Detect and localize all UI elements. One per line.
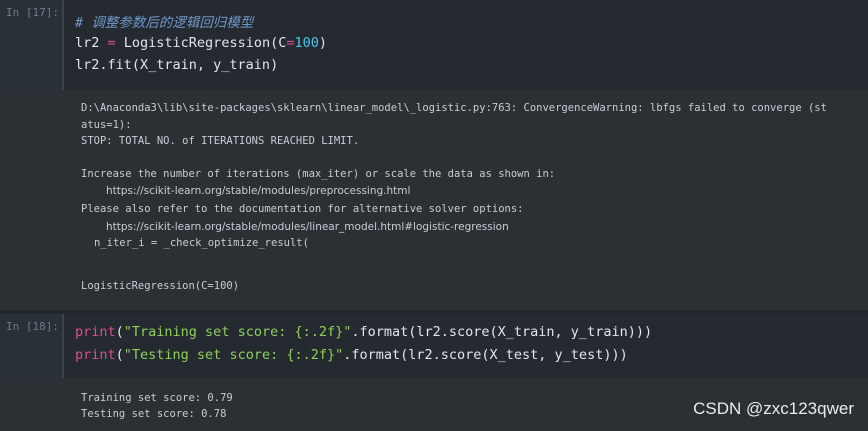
code-line-1: lr2 = LogisticRegression(C=100): [75, 35, 327, 51]
code-editor[interactable]: # 调整参数后的逻辑回归模型 lr2 = LogisticRegression(…: [62, 0, 868, 90]
code-token: "Training set score: {:.2f}": [123, 324, 352, 340]
code-editor[interactable]: print("Training set score: {:.2f}".forma…: [62, 314, 868, 378]
output-link[interactable]: https://scikit-learn.org/stable/modules/…: [106, 221, 509, 233]
watermark: CSDN @zxc123qwer: [693, 399, 854, 418]
code-token: lr2: [75, 35, 100, 51]
code-token: "Testing set score: {:.2f}": [123, 347, 344, 363]
code-token: print: [75, 324, 116, 340]
code-token: (: [115, 347, 124, 363]
output-line: n_iter_i = _check_optimize_result(: [94, 237, 309, 249]
cell-prompt: In [17]:: [6, 6, 59, 19]
output-link[interactable]: https://scikit-learn.org/stable/modules/…: [106, 185, 410, 197]
code-token: 100: [294, 35, 319, 51]
output-line: STOP: TOTAL NO. of ITERATIONS REACHED LI…: [81, 135, 360, 147]
code-line-2: lr2.fit(X_train, y_train): [75, 57, 279, 73]
code-token: print: [75, 347, 116, 363]
code-line-2: print("Testing set score: {:.2f}".format…: [75, 347, 628, 363]
output-line: Please also refer to the documentation f…: [81, 203, 524, 215]
code-token: LogisticRegression(: [123, 35, 279, 51]
code-token: ): [318, 35, 328, 51]
output-area-17: D:\Anaconda3\lib\site-packages\sklearn\l…: [0, 90, 868, 310]
code-token: =: [99, 35, 124, 51]
output-line: Increase the number of iterations (max_i…: [81, 168, 556, 180]
code-token: .format(lr2.score(X_test, y_test))): [343, 347, 628, 363]
code-token: .format(lr2.score(X_train, y_train))): [351, 324, 653, 340]
output-line: D:\Anaconda3\lib\site-packages\sklearn\l…: [81, 102, 827, 114]
output-line: atus=1):: [81, 119, 132, 131]
output-line: Training set score: 0.79: [81, 392, 233, 404]
output-line: Testing set score: 0.78: [81, 408, 227, 420]
output-result: LogisticRegression(C=100): [81, 280, 240, 292]
cell-prompt: In [18]:: [6, 320, 59, 333]
code-cell-18[interactable]: In [18]: print("Training set score: {:.2…: [0, 314, 868, 378]
code-line-1: print("Training set score: {:.2f}".forma…: [75, 324, 652, 340]
code-cell-17[interactable]: In [17]: # 调整参数后的逻辑回归模型 lr2 = LogisticRe…: [0, 0, 868, 90]
code-token: (: [115, 324, 124, 340]
code-token: =: [286, 35, 295, 51]
code-comment: # 调整参数后的逻辑回归模型: [75, 15, 254, 31]
